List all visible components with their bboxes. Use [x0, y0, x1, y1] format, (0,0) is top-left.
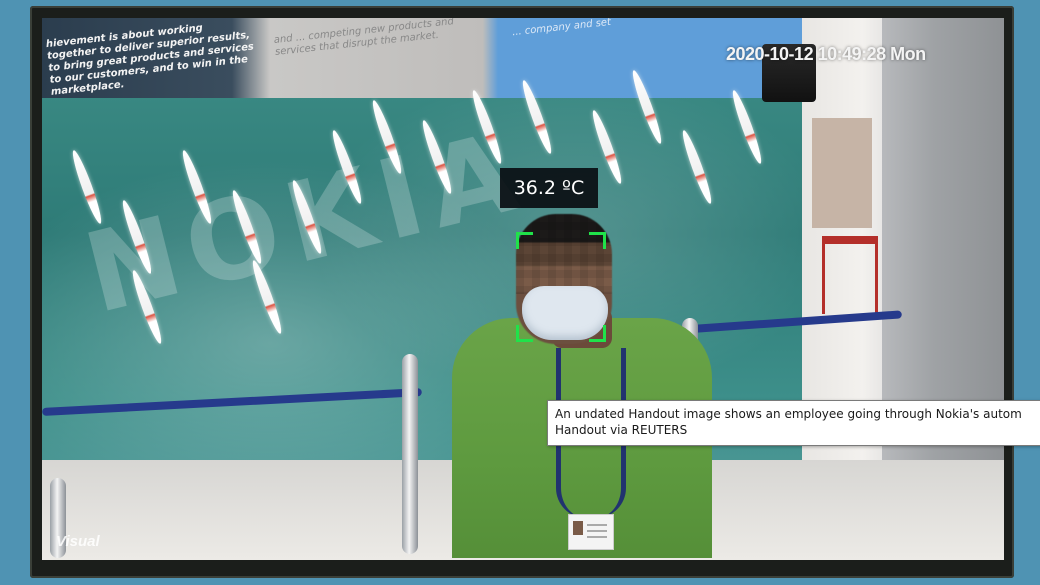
- wall-text-band: hievement is about working together to d…: [42, 18, 802, 98]
- watermark-text: Visual: [56, 533, 100, 550]
- wall-text-left: hievement is about working together to d…: [45, 22, 255, 98]
- thermal-camera-feed: hievement is about working together to d…: [42, 18, 1004, 560]
- detection-corner: [516, 232, 533, 249]
- wall-panel: [812, 118, 872, 228]
- detection-corner: [589, 232, 606, 249]
- temperature-readout: 36.2 ºC: [500, 168, 598, 208]
- image-caption-tooltip: An undated Handout image shows an employ…: [547, 400, 1040, 446]
- queue-post: [402, 354, 418, 554]
- monitor-frame: hievement is about working together to d…: [30, 6, 1014, 578]
- id-badge: [568, 514, 614, 550]
- detection-corner: [516, 325, 533, 342]
- caption-line-2: Handout via REUTERS: [555, 423, 688, 437]
- id-badge-photo: [573, 521, 583, 535]
- caption-line-1: An undated Handout image shows an employ…: [555, 407, 1022, 421]
- detection-corner: [589, 325, 606, 342]
- face-detection-box: [516, 232, 606, 342]
- id-badge-text-line: [587, 530, 607, 532]
- timestamp-overlay: 2020-10-12 10:49:28 Mon: [726, 44, 926, 64]
- id-badge-text-line: [587, 536, 607, 538]
- wall-text-right: ... company and set: [511, 18, 612, 39]
- red-chair: [822, 236, 878, 314]
- id-badge-text-line: [587, 524, 607, 526]
- wall-text-middle: and ... competing new products and servi…: [273, 18, 455, 58]
